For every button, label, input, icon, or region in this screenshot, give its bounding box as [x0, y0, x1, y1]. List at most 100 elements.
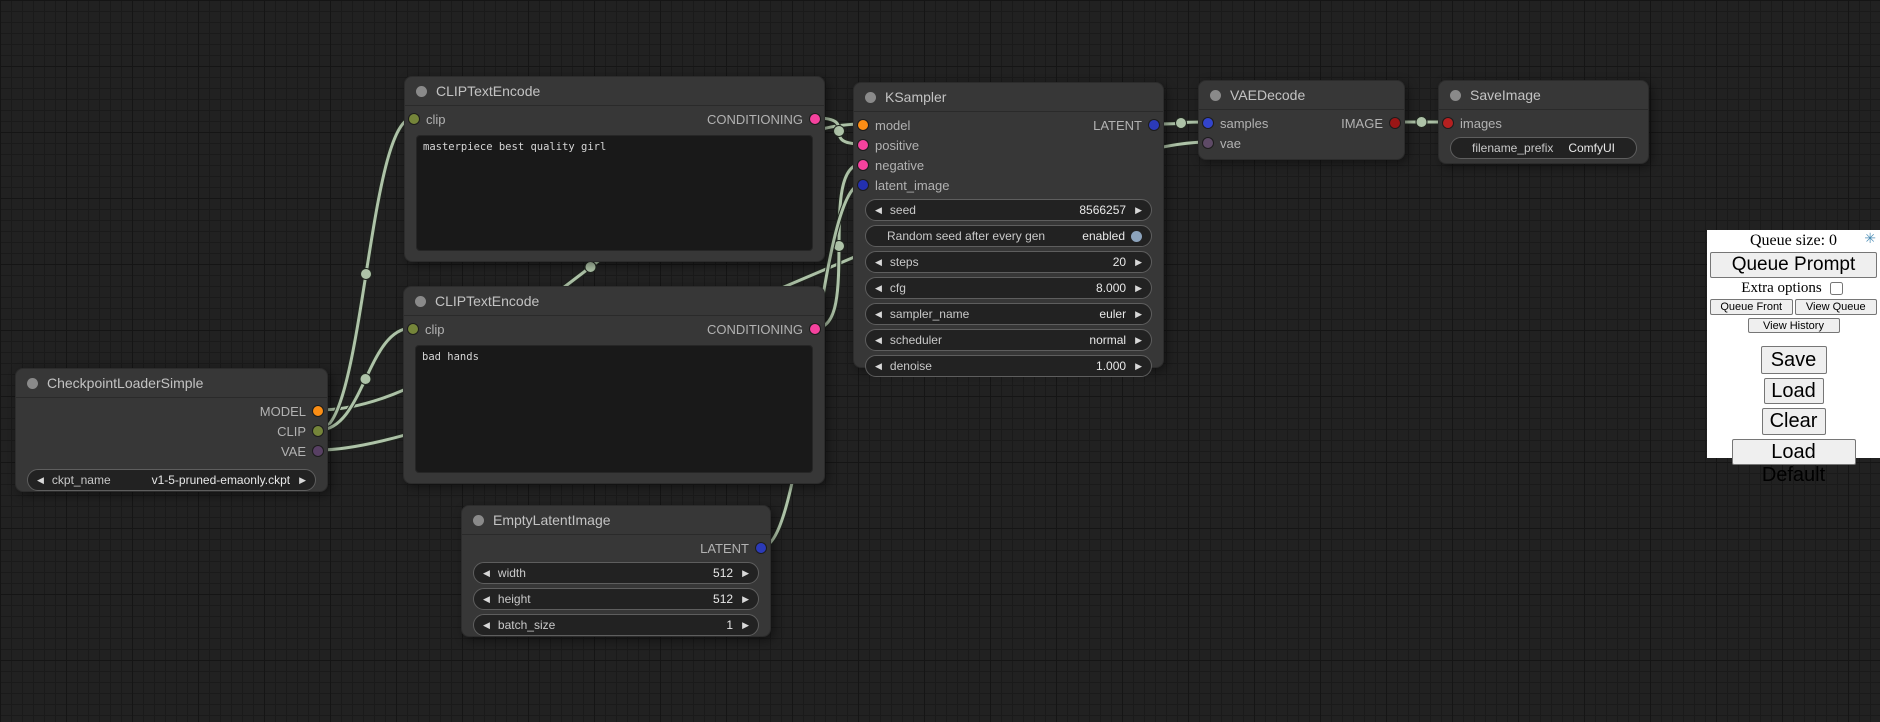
increment-arrow-icon[interactable]: ▶ — [1135, 284, 1142, 293]
collapse-toggle-icon[interactable] — [1450, 90, 1461, 101]
scheduler-widget[interactable]: ◀ scheduler normal ▶ — [865, 329, 1152, 351]
conditioning-output-port[interactable] — [810, 114, 820, 124]
denoise-widget[interactable]: ◀ denoise 1.000 ▶ — [865, 355, 1152, 377]
widget-label: cfg — [890, 281, 906, 295]
sampler-name-widget[interactable]: ◀ sampler_name euler ▶ — [865, 303, 1152, 325]
increment-arrow-icon[interactable]: ▶ — [1135, 258, 1142, 267]
increment-arrow-icon[interactable]: ▶ — [742, 595, 749, 604]
widget-label: height — [498, 592, 531, 606]
conditioning-output-port[interactable] — [810, 324, 820, 334]
positive-input-port[interactable] — [858, 140, 868, 150]
save-button[interactable]: Save — [1761, 346, 1827, 374]
collapse-toggle-icon[interactable] — [416, 86, 427, 97]
widget-value: euler — [1099, 307, 1126, 321]
queue-front-button[interactable]: Queue Front — [1710, 299, 1793, 315]
collapse-toggle-icon[interactable] — [27, 378, 38, 389]
model-output-port[interactable] — [313, 406, 323, 416]
decrement-arrow-icon[interactable]: ◀ — [875, 362, 882, 371]
latent-output-port[interactable] — [756, 543, 766, 553]
collapse-toggle-icon[interactable] — [865, 92, 876, 103]
decrement-arrow-icon[interactable]: ◀ — [875, 284, 882, 293]
clip-input-port[interactable] — [409, 114, 419, 124]
height-widget[interactable]: ◀ height 512 ▶ — [473, 588, 759, 610]
increment-arrow-icon[interactable]: ▶ — [1135, 310, 1142, 319]
decrement-arrow-icon[interactable]: ◀ — [875, 206, 882, 215]
node-title-bar[interactable]: VAEDecode — [1199, 81, 1404, 110]
samples-input-port[interactable] — [1203, 118, 1213, 128]
decrement-arrow-icon[interactable]: ◀ — [37, 476, 44, 485]
comfyui-canvas[interactable]: { "icons": { "left_arrow": "◀", "right_a… — [0, 0, 1880, 722]
node-clip-text-encode-positive[interactable]: CLIPTextEncode clip CONDITIONING masterp… — [404, 76, 825, 262]
extra-options-checkbox[interactable] — [1830, 282, 1843, 295]
node-title: SaveImage — [1470, 87, 1541, 103]
widget-label: Random seed after every gen — [887, 229, 1045, 243]
node-ksampler[interactable]: KSampler model LATENT positive negative … — [853, 82, 1164, 368]
decrement-arrow-icon[interactable]: ◀ — [875, 310, 882, 319]
node-vae-decode[interactable]: VAEDecode samples IMAGE vae — [1198, 80, 1405, 160]
increment-arrow-icon[interactable]: ▶ — [1135, 362, 1142, 371]
collapse-toggle-icon[interactable] — [473, 515, 484, 526]
output-label: LATENT — [700, 541, 749, 556]
vae-output-port[interactable] — [313, 446, 323, 456]
decrement-arrow-icon[interactable]: ◀ — [875, 336, 882, 345]
clip-output-port[interactable] — [313, 426, 323, 436]
latent-output-port[interactable] — [1149, 120, 1159, 130]
output-label: MODEL — [260, 404, 306, 419]
node-title-bar[interactable]: CLIPTextEncode — [405, 77, 824, 106]
ckpt-name-widget[interactable]: ◀ ckpt_name v1-5-pruned-emaonly.ckpt ▶ — [27, 469, 316, 491]
vae-input-port[interactable] — [1203, 138, 1213, 148]
widget-value: 512 — [713, 592, 733, 606]
decrement-arrow-icon[interactable]: ◀ — [483, 595, 490, 604]
negative-input-port[interactable] — [858, 160, 868, 170]
node-clip-text-encode-negative[interactable]: CLIPTextEncode clip CONDITIONING bad han… — [403, 286, 825, 484]
batch-size-widget[interactable]: ◀ batch_size 1 ▶ — [473, 614, 759, 636]
node-title-bar[interactable]: KSampler — [854, 83, 1163, 112]
load-button[interactable]: Load — [1764, 378, 1824, 404]
node-empty-latent-image[interactable]: EmptyLatentImage LATENT ◀ width 512 ▶ ◀ … — [461, 505, 771, 637]
node-title-bar[interactable]: CLIPTextEncode — [404, 287, 824, 316]
node-title-bar[interactable]: CheckpointLoaderSimple — [16, 369, 327, 398]
prompt-textarea[interactable]: masterpiece best quality girl — [416, 135, 813, 251]
decrement-arrow-icon[interactable]: ◀ — [875, 258, 882, 267]
collapse-toggle-icon[interactable] — [1210, 90, 1221, 101]
toggle-state-icon[interactable] — [1131, 231, 1142, 242]
filename-prefix-widget[interactable]: filename_prefix ComfyUI — [1450, 137, 1637, 159]
width-widget[interactable]: ◀ width 512 ▶ — [473, 562, 759, 584]
images-input-port[interactable] — [1443, 118, 1453, 128]
random-seed-toggle[interactable]: Random seed after every gen enabled — [865, 225, 1152, 247]
view-queue-button[interactable]: View Queue — [1795, 299, 1878, 315]
settings-gear-icon[interactable]: ✳ — [1864, 233, 1876, 247]
increment-arrow-icon[interactable]: ▶ — [1135, 336, 1142, 345]
increment-arrow-icon[interactable]: ▶ — [742, 569, 749, 578]
seed-widget[interactable]: ◀ seed 8566257 ▶ — [865, 199, 1152, 221]
widget-value: v1-5-pruned-emaonly.ckpt — [152, 473, 291, 487]
clear-button[interactable]: Clear — [1762, 408, 1826, 435]
node-title-bar[interactable]: EmptyLatentImage — [462, 506, 770, 535]
input-label: samples — [1220, 116, 1268, 131]
decrement-arrow-icon[interactable]: ◀ — [483, 569, 490, 578]
model-input-port[interactable] — [858, 120, 868, 130]
image-output-port[interactable] — [1390, 118, 1400, 128]
collapse-toggle-icon[interactable] — [415, 296, 426, 307]
widget-label: denoise — [890, 359, 932, 373]
node-checkpoint-loader[interactable]: CheckpointLoaderSimple MODEL CLIP VAE ◀ … — [15, 368, 328, 492]
latent-image-input-port[interactable] — [858, 180, 868, 190]
increment-arrow-icon[interactable]: ▶ — [1135, 206, 1142, 215]
queue-prompt-button[interactable]: Queue Prompt — [1710, 252, 1877, 278]
steps-widget[interactable]: ◀ steps 20 ▶ — [865, 251, 1152, 273]
clip-input-port[interactable] — [408, 324, 418, 334]
widget-label: ckpt_name — [52, 473, 111, 487]
input-label: images — [1460, 116, 1502, 131]
increment-arrow-icon[interactable]: ▶ — [299, 476, 306, 485]
cfg-widget[interactable]: ◀ cfg 8.000 ▶ — [865, 277, 1152, 299]
decrement-arrow-icon[interactable]: ◀ — [483, 621, 490, 630]
node-title-bar[interactable]: SaveImage — [1439, 81, 1648, 110]
increment-arrow-icon[interactable]: ▶ — [742, 621, 749, 630]
view-history-button[interactable]: View History — [1748, 318, 1840, 333]
load-default-button[interactable]: Load Default — [1732, 439, 1856, 465]
widget-label: sampler_name — [890, 307, 969, 321]
prompt-textarea[interactable]: bad hands — [415, 345, 813, 473]
widget-value: enabled — [1082, 229, 1125, 243]
node-save-image[interactable]: SaveImage images filename_prefix ComfyUI — [1438, 80, 1649, 164]
widget-label: steps — [890, 255, 919, 269]
